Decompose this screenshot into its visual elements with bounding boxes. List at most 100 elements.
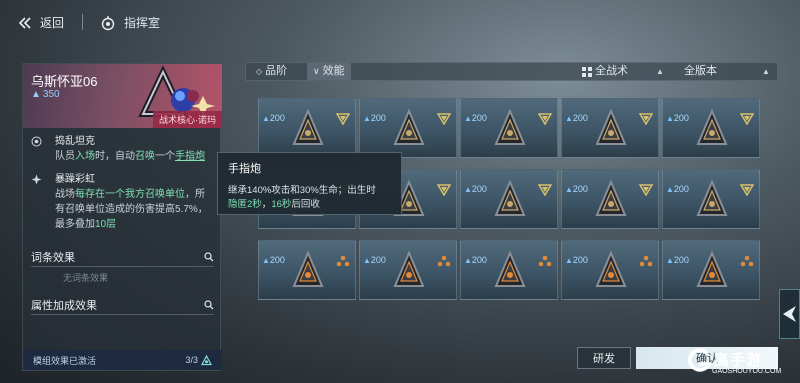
dropdown-arrow-icon[interactable]: ▲ (762, 67, 770, 76)
research-button[interactable]: 研发 (577, 347, 631, 369)
wing-arrow-icon (783, 306, 796, 322)
skill-desc-text: ，所 (185, 189, 205, 200)
tactic-card[interactable]: ▲200 (359, 240, 457, 300)
back-button[interactable]: 返回 (18, 14, 64, 31)
skill-desc-highlight: 每存在一个我方召唤单位 (75, 189, 185, 200)
energy-icon: ▲ (565, 256, 573, 265)
finger-cannon-link[interactable]: 手指炮 (175, 151, 205, 162)
skill-desc-text: 战场 (55, 189, 75, 200)
search-icon[interactable] (204, 252, 214, 262)
tactic-card[interactable]: ▲200 (561, 240, 659, 300)
skill-desc-text: 最多叠加 (55, 219, 95, 230)
energy-icon: ▲ (565, 185, 573, 194)
character-cost: ▲ 350 (31, 89, 60, 100)
gold-chevron-icon (639, 113, 653, 125)
card-cost: ▲200 (464, 255, 487, 265)
version-dropdown-label: 全版本 (684, 65, 717, 77)
tactic-card[interactable]: ▲200 (460, 240, 558, 300)
tooltip-desc-line: 继承140%攻击和30%生命；出生时 (228, 185, 376, 196)
entry-effects-row[interactable]: 词条效果 (31, 249, 214, 265)
finger-cannon-card-art (494, 108, 526, 145)
card-cost: ▲200 (565, 113, 588, 123)
card-cost-value: 200 (370, 113, 386, 123)
side-expand-tab[interactable] (779, 289, 800, 339)
finger-cannon-card-art (696, 108, 728, 145)
tactic-dropdown-label: 全战术 (595, 65, 628, 77)
card-cost-value: 200 (471, 255, 487, 265)
search-icon[interactable] (204, 300, 214, 310)
card-cost: ▲200 (464, 113, 487, 123)
module-icon (201, 354, 212, 365)
dropdown-arrow-icon[interactable]: ▲ (656, 67, 664, 76)
energy-icon: ▲ (464, 185, 472, 194)
tactic-card[interactable]: ▲200 (258, 240, 356, 300)
card-cost: ▲200 (262, 113, 285, 123)
finger-cannon-card-art (595, 108, 627, 145)
gold-chevron-icon (336, 113, 350, 125)
card-cost: ▲200 (666, 184, 689, 194)
skill-burst-icon (31, 174, 42, 185)
card-cost-value: 200 (673, 184, 689, 194)
card-cost: ▲200 (666, 255, 689, 265)
tactic-card[interactable]: ▲200 (460, 169, 558, 229)
skill-desc-text: 时，自动 (95, 151, 135, 162)
energy-icon: ▲ (262, 256, 270, 265)
version-dropdown[interactable]: 全版本 (684, 63, 717, 80)
filter-efficiency[interactable]: ∨ 效能 (307, 63, 351, 80)
tooltip-text: ， (261, 199, 272, 210)
filter-efficiency-label: 效能 (322, 65, 345, 77)
skill-desc-line: 有召唤单位造成的伤害提高5.7%， (55, 204, 208, 215)
orange-triple-icon (336, 255, 350, 267)
finger-cannon-card-art (292, 108, 324, 145)
finger-cannon-card-art (292, 250, 324, 287)
skill-desc-highlight: 召唤 (135, 151, 155, 162)
grid-icon (582, 66, 592, 77)
skill-desc-highlight: 10层 (95, 219, 117, 230)
watermark-name: 高手游 (714, 352, 763, 369)
energy-icon: ▲ (666, 256, 674, 265)
energy-icon: ▲ (666, 185, 674, 194)
tooltip-desc-line: 隐匿2秒，16秒后回收 (228, 198, 391, 212)
tactic-card[interactable]: ▲200 (561, 169, 659, 229)
character-card[interactable]: 乌斯怀亚06 ▲ 350 战术核心·诺玛 (23, 64, 222, 128)
energy-icon: ▲ (666, 114, 674, 123)
skill-name: 暴躁彩虹 (55, 174, 95, 185)
g-logo-icon (688, 348, 712, 372)
orange-triple-icon (437, 255, 451, 267)
finger-cannon-card-art (393, 108, 425, 145)
filter-tier[interactable]: ◇ 品阶 (256, 63, 287, 80)
watermark-url: GAOSHOUYOU.COM (712, 368, 782, 375)
skill-description-line: 最多叠加10层 (55, 217, 219, 232)
card-cost-value: 200 (673, 255, 689, 265)
card-cost-value: 200 (471, 113, 487, 123)
sort-desc-icon: ∨ (313, 66, 320, 76)
module-status-label: 模组效果已激活 (33, 355, 97, 366)
energy-icon: ▲ (363, 114, 371, 123)
skill-description: 队员入场时，自动召唤一个手指炮 (55, 149, 219, 164)
module-status-bar: 模组效果已激活 3/3 (23, 350, 222, 370)
command-room-icon (101, 15, 115, 30)
finger-cannon-card-art (696, 179, 728, 216)
attribute-effects-row[interactable]: 属性加成效果 (31, 297, 214, 313)
card-cost-value: 200 (572, 255, 588, 265)
tactic-card[interactable]: ▲200 (662, 169, 760, 229)
character-tag: 战术核心·诺玛 (153, 111, 222, 128)
tactic-card[interactable]: ▲200 (460, 98, 558, 158)
card-cost: ▲200 (262, 255, 285, 265)
top-bar: 返回 指挥室 (0, 0, 800, 44)
tactic-dropdown[interactable]: 全战术 (582, 63, 628, 80)
tactic-card[interactable]: ▲200 (359, 98, 457, 158)
gold-chevron-icon (437, 184, 451, 196)
attribute-effects-label: 属性加成效果 (31, 300, 97, 312)
watermark-logo: 高手游 GAOSHOUYOU.COM (686, 347, 794, 379)
finger-cannon-card-art (494, 179, 526, 216)
section-divider (31, 314, 214, 315)
tactic-card[interactable]: ▲200 (561, 98, 659, 158)
tactic-card[interactable]: ▲200 (258, 98, 356, 158)
tactic-card[interactable]: ▲200 (662, 240, 760, 300)
tactic-card[interactable]: ▲200 (662, 98, 760, 158)
skill-entry: 暴躁彩虹 战场每存在一个我方召唤单位，所 有召唤单位造成的伤害提高5.7%， 最… (31, 172, 219, 232)
card-cost: ▲200 (666, 113, 689, 123)
skill-desc-text: 队员 (55, 151, 75, 162)
character-cost-value: 350 (42, 89, 60, 100)
